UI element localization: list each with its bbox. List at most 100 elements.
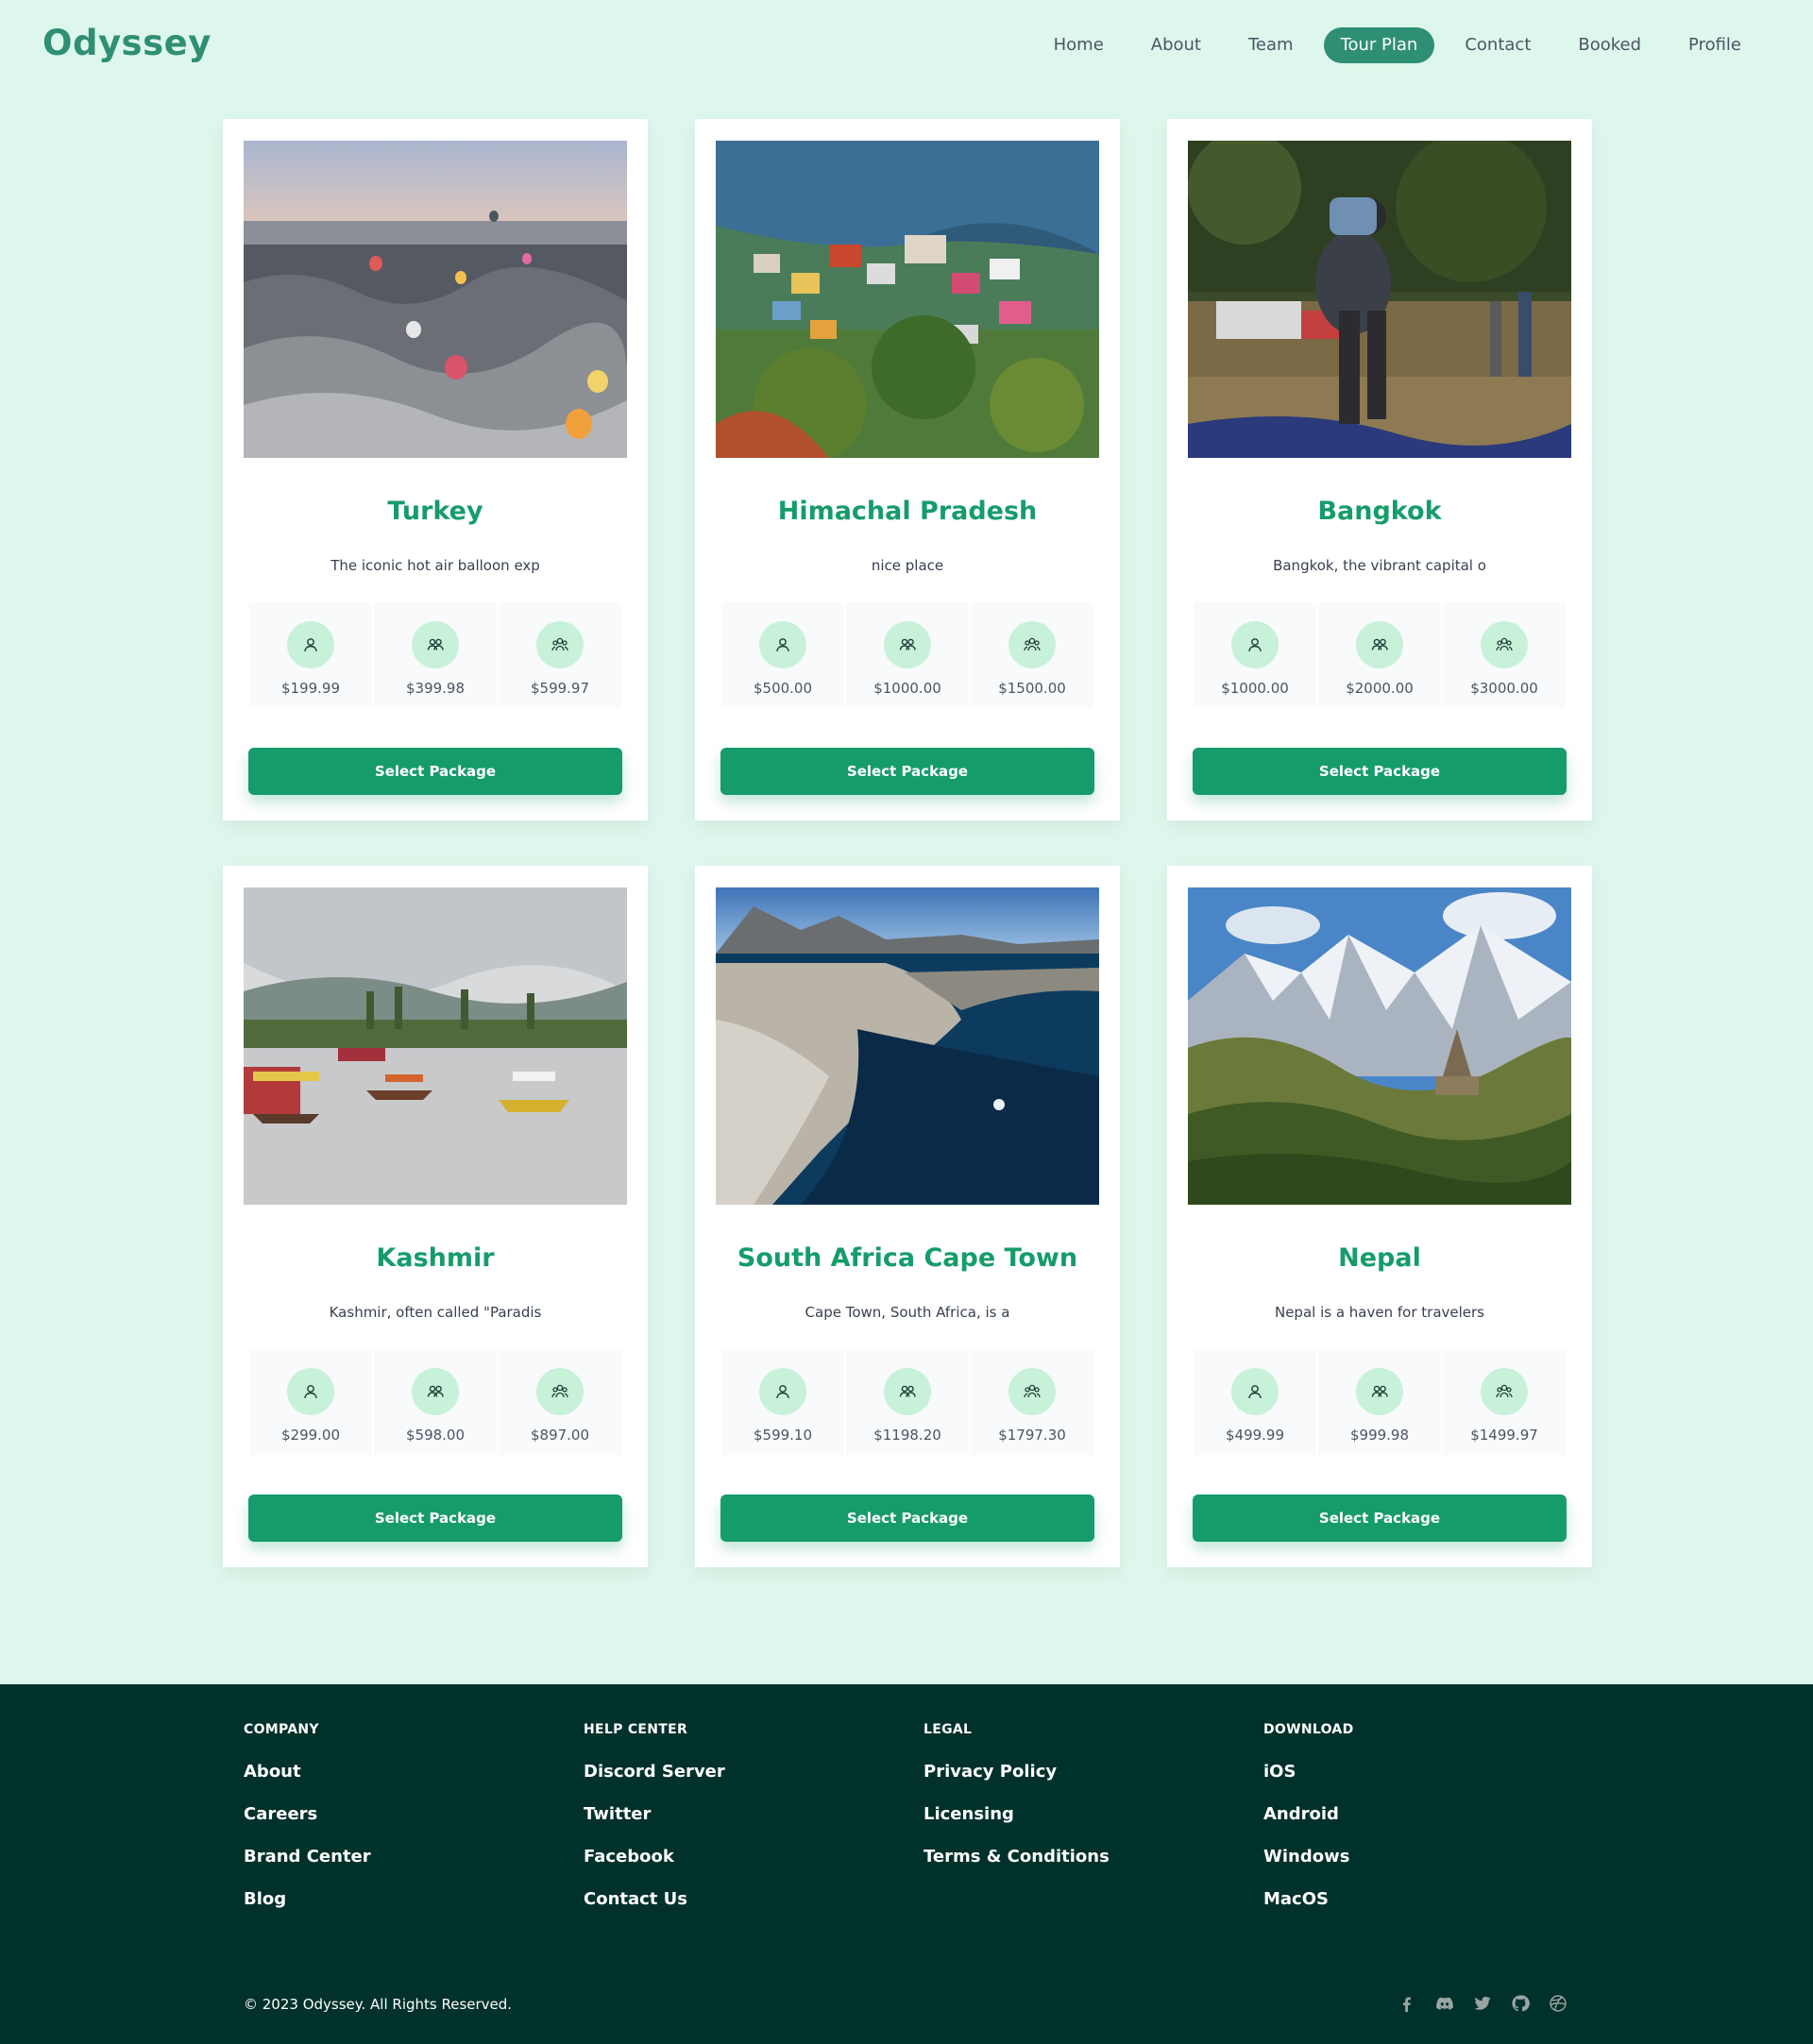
footer-link-about[interactable]: About xyxy=(244,1762,371,1782)
price-option-single[interactable]: $500.00 xyxy=(721,602,844,708)
package-description: nice place xyxy=(871,557,944,574)
price-options: $500.00 $1000.00 $1500.00 xyxy=(720,602,1094,708)
select-package-button[interactable]: Select Package xyxy=(720,1495,1094,1542)
footer-column-help-center: HELP CENTER Discord Server Twitter Faceb… xyxy=(584,1722,725,1910)
price-option-group[interactable]: $1500.00 xyxy=(971,602,1093,708)
price-value: $399.98 xyxy=(405,680,466,697)
package-card-turkey: Turkey The iconic hot air balloon exp $1… xyxy=(223,119,648,820)
price-value: $1500.00 xyxy=(998,680,1066,697)
footer-link-windows[interactable]: Windows xyxy=(1263,1847,1354,1867)
price-value: $599.10 xyxy=(753,1427,813,1444)
dribbble-icon[interactable] xyxy=(1549,1994,1567,2013)
price-option-single[interactable]: $499.99 xyxy=(1194,1349,1316,1455)
price-option-couple[interactable]: $598.00 xyxy=(374,1349,497,1455)
footer-heading: DOWNLOAD xyxy=(1263,1722,1354,1737)
price-option-single[interactable]: $299.00 xyxy=(249,1349,372,1455)
footer-link-contact-us[interactable]: Contact Us xyxy=(584,1889,725,1910)
price-value: $1499.97 xyxy=(1470,1427,1538,1444)
footer-link-terms[interactable]: Terms & Conditions xyxy=(923,1847,1110,1867)
price-option-group[interactable]: $3000.00 xyxy=(1443,602,1566,708)
github-icon[interactable] xyxy=(1511,1994,1530,2013)
single-person-icon xyxy=(759,1368,806,1415)
single-person-icon xyxy=(759,621,806,668)
discord-icon[interactable] xyxy=(1435,1994,1454,2013)
price-value: $199.99 xyxy=(280,680,341,697)
select-package-button[interactable]: Select Package xyxy=(248,748,622,795)
footer-link-twitter[interactable]: Twitter xyxy=(584,1804,725,1825)
footer-link-discord-server[interactable]: Discord Server xyxy=(584,1762,725,1782)
single-person-icon xyxy=(287,621,334,668)
facebook-icon[interactable] xyxy=(1398,1994,1416,2013)
select-package-button[interactable]: Select Package xyxy=(1193,748,1567,795)
price-option-couple[interactable]: $1000.00 xyxy=(846,602,969,708)
footer-heading: COMPANY xyxy=(244,1722,319,1737)
package-description: Nepal is a haven for travelers xyxy=(1274,1304,1484,1321)
price-value: $2000.00 xyxy=(1346,680,1414,697)
price-option-single[interactable]: $199.99 xyxy=(249,602,372,708)
price-value: $500.00 xyxy=(753,680,813,697)
footer-link-macos[interactable]: MacOS xyxy=(1263,1889,1354,1910)
price-option-group[interactable]: $1797.30 xyxy=(971,1349,1093,1455)
footer-link-blog[interactable]: Blog xyxy=(244,1889,371,1910)
package-title: Nepal xyxy=(1338,1243,1421,1273)
footer-link-facebook[interactable]: Facebook xyxy=(584,1847,725,1867)
nav-item-booked[interactable]: Booked xyxy=(1561,27,1658,63)
price-value: $1000.00 xyxy=(873,680,941,697)
footer-link-brand-center[interactable]: Brand Center xyxy=(244,1847,371,1867)
logo[interactable]: Odyssey xyxy=(42,23,212,63)
price-option-single[interactable]: $599.10 xyxy=(721,1349,844,1455)
price-option-couple[interactable]: $1198.20 xyxy=(846,1349,969,1455)
group-icon xyxy=(1481,621,1528,668)
package-image-himachal-pradesh xyxy=(716,141,1099,458)
footer-link-licensing[interactable]: Licensing xyxy=(923,1804,1110,1825)
package-description: The iconic hot air balloon exp xyxy=(330,557,540,574)
price-option-couple[interactable]: $399.98 xyxy=(374,602,497,708)
group-icon xyxy=(1008,621,1056,668)
footer-link-privacy-policy[interactable]: Privacy Policy xyxy=(923,1762,1110,1782)
footer-link-ios[interactable]: iOS xyxy=(1263,1762,1354,1782)
select-package-button[interactable]: Select Package xyxy=(1193,1495,1567,1542)
package-title: Kashmir xyxy=(376,1243,495,1273)
price-value: $897.00 xyxy=(530,1427,590,1444)
price-option-group[interactable]: $599.97 xyxy=(499,602,621,708)
main-nav: Home About Team Tour Plan Contact Booked… xyxy=(1037,27,1758,63)
nav-item-contact[interactable]: Contact xyxy=(1448,27,1548,63)
copyright-text: © 2023 Odyssey. All Rights Reserved. xyxy=(244,1996,513,2013)
package-description: Bangkok, the vibrant capital o xyxy=(1273,557,1486,574)
footer-link-careers[interactable]: Careers xyxy=(244,1804,371,1825)
single-person-icon xyxy=(1231,621,1279,668)
select-package-button[interactable]: Select Package xyxy=(720,748,1094,795)
footer-column-download: DOWNLOAD iOS Android Windows MacOS xyxy=(1263,1722,1354,1910)
footer-link-android[interactable]: Android xyxy=(1263,1804,1354,1825)
price-value: $598.00 xyxy=(405,1427,466,1444)
twitter-icon[interactable] xyxy=(1473,1994,1492,2013)
price-value: $3000.00 xyxy=(1470,680,1538,697)
nav-item-profile[interactable]: Profile xyxy=(1671,27,1758,63)
price-option-single[interactable]: $1000.00 xyxy=(1194,602,1316,708)
price-options: $1000.00 $2000.00 $3000.00 xyxy=(1193,602,1567,708)
price-options: $599.10 $1198.20 $1797.30 xyxy=(720,1349,1094,1455)
group-icon xyxy=(1008,1368,1056,1415)
package-card-himachal-pradesh: Himachal Pradesh nice place $500.00 $100… xyxy=(695,119,1120,820)
price-value: $999.98 xyxy=(1349,1427,1410,1444)
footer-column-legal: LEGAL Privacy Policy Licensing Terms & C… xyxy=(923,1722,1110,1867)
price-value: $1198.20 xyxy=(873,1427,941,1444)
footer-column-company: COMPANY About Careers Brand Center Blog xyxy=(244,1722,371,1910)
price-option-group[interactable]: $897.00 xyxy=(499,1349,621,1455)
two-people-icon xyxy=(884,1368,931,1415)
two-people-icon xyxy=(412,1368,459,1415)
group-icon xyxy=(1481,1368,1528,1415)
package-image-kashmir xyxy=(244,887,627,1205)
nav-item-about[interactable]: About xyxy=(1134,27,1218,63)
nav-item-team[interactable]: Team xyxy=(1231,27,1311,63)
price-option-couple[interactable]: $999.98 xyxy=(1318,1349,1441,1455)
package-title: Himachal Pradesh xyxy=(777,497,1038,526)
two-people-icon xyxy=(1356,1368,1403,1415)
nav-item-tour-plan[interactable]: Tour Plan xyxy=(1323,27,1435,63)
select-package-button[interactable]: Select Package xyxy=(248,1495,622,1542)
single-person-icon xyxy=(287,1368,334,1415)
nav-item-home[interactable]: Home xyxy=(1037,27,1121,63)
price-option-couple[interactable]: $2000.00 xyxy=(1318,602,1441,708)
price-option-group[interactable]: $1499.97 xyxy=(1443,1349,1566,1455)
single-person-icon xyxy=(1231,1368,1279,1415)
